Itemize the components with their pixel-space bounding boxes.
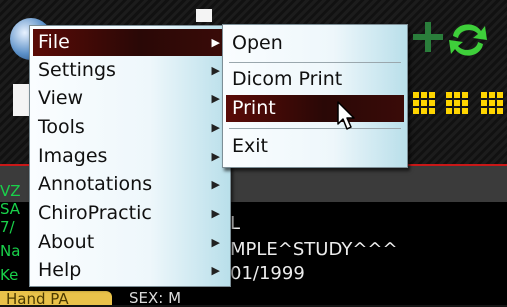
grid-layout-icon[interactable] [446, 92, 470, 115]
grid-layout-icon[interactable] [413, 92, 436, 115]
submenu-arrow-icon: ▶ [211, 121, 220, 134]
side-label: 7/ [0, 218, 15, 236]
menu-item-about[interactable]: About ▶ [33, 229, 227, 256]
menu-item-view[interactable]: View ▶ [33, 85, 227, 112]
menu-separator [229, 128, 401, 129]
side-label: Na [0, 242, 21, 260]
submenu-item-open[interactable]: Open [226, 30, 404, 57]
submenu-arrow-icon: ▶ [211, 236, 220, 249]
menu-item-label: Open [232, 32, 283, 54]
menu-item-label: Images [38, 145, 108, 167]
menu-item-label: Print [232, 97, 276, 119]
submenu-arrow-icon: ▶ [211, 264, 220, 277]
patient-info-line: MPLE^STUDY^^^ [230, 239, 398, 260]
menu-item-label: Annotations [38, 173, 153, 195]
menu-item-annotations[interactable]: Annotations ▶ [33, 171, 227, 198]
patient-info-line: 01/1999 [230, 263, 305, 284]
menu-item-images[interactable]: Images ▶ [33, 143, 227, 170]
submenu-arrow-icon: ▶ [211, 207, 220, 220]
menu-item-label: Tools [38, 116, 85, 138]
patient-info-line: L [230, 213, 241, 234]
submenu-arrow-icon: ▶ [211, 150, 220, 163]
menu-item-label: Dicom Print [232, 68, 343, 90]
side-label: VZ [0, 182, 21, 200]
menu-item-label: Help [38, 259, 82, 281]
menu-item-settings[interactable]: Settings ▶ [33, 57, 227, 84]
series-tab[interactable]: Hand PA [0, 291, 112, 305]
menu-item-help[interactable]: Help ▶ [33, 257, 227, 284]
menu-item-label: File [38, 31, 70, 53]
menu-separator [229, 62, 401, 63]
submenu-item-print[interactable]: Print [226, 95, 404, 122]
green-cross-icon[interactable] [413, 22, 443, 52]
grid-layout-icon[interactable] [481, 92, 503, 115]
submenu-arrow-icon: ▶ [211, 92, 220, 105]
side-label: SA [0, 200, 21, 218]
submenu-arrow-icon: ▶ [211, 36, 220, 49]
submenu-arrow-icon: ▶ [211, 178, 220, 191]
toolbar-button[interactable] [196, 9, 212, 22]
main-menu: File ▶ Settings ▶ View ▶ Tools ▶ Images … [29, 25, 231, 287]
menu-item-label: ChiroPractic [38, 202, 152, 224]
menu-item-tools[interactable]: Tools ▶ [33, 114, 227, 141]
submenu-arrow-icon: ▶ [211, 64, 220, 77]
menu-item-label: View [38, 87, 84, 109]
submenu-item-exit[interactable]: Exit [226, 133, 404, 160]
refresh-icon[interactable] [445, 20, 491, 60]
menu-item-chiropractic[interactable]: ChiroPractic ▶ [33, 200, 227, 227]
side-label: Ke [0, 266, 19, 284]
menu-item-label: Exit [232, 135, 268, 157]
submenu-item-dicom-print[interactable]: Dicom Print [226, 66, 404, 93]
mouse-cursor-icon [337, 101, 355, 130]
patient-sex-label: SEX: M [129, 289, 182, 307]
menu-item-file[interactable]: File ▶ [33, 29, 227, 56]
file-submenu: Open Dicom Print Print Exit [222, 24, 408, 168]
menu-item-label: Settings [38, 59, 116, 81]
menu-item-label: About [38, 231, 95, 253]
